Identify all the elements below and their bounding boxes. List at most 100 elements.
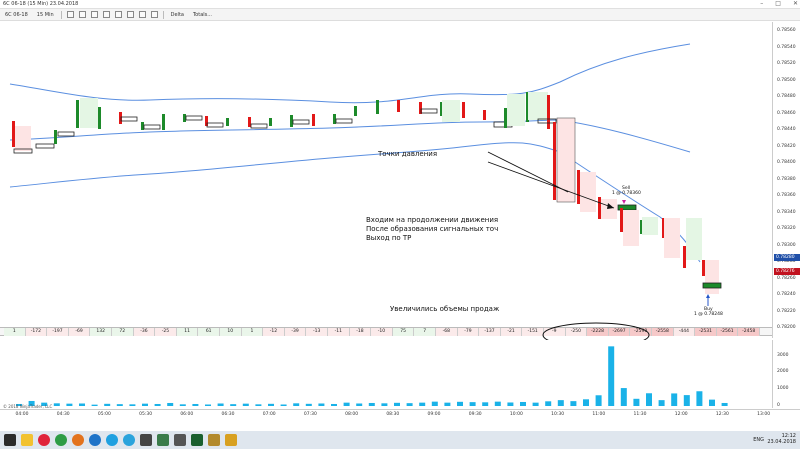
volume-bar — [255, 404, 262, 406]
entry-annotation-line3: Выход по TP — [366, 234, 412, 242]
footprint-cell — [528, 92, 548, 120]
chrome-icon[interactable] — [55, 434, 67, 446]
volume-bar — [494, 401, 501, 406]
delta-cell: -444 — [673, 328, 696, 336]
system-clock[interactable]: 12:12 23.04.2018 — [767, 433, 796, 445]
delta-cell: 7 — [414, 328, 436, 336]
totals-selector[interactable]: Totals... — [191, 12, 214, 18]
footprint-cell — [250, 123, 268, 129]
data-box-icon[interactable] — [90, 11, 98, 18]
volume-bar — [66, 403, 73, 406]
close-button[interactable]: ✕ — [793, 0, 798, 7]
volume-bar — [305, 403, 312, 406]
firefox-icon[interactable] — [72, 434, 84, 446]
volume-tick-label: 1000 — [777, 386, 789, 392]
instrument-selector[interactable]: 6C 06-18 — [3, 12, 30, 18]
volume-bar — [646, 393, 652, 406]
volume-bar — [53, 403, 60, 406]
price-marker-tag: 0.78276 — [774, 268, 800, 275]
volume-bar — [142, 403, 148, 406]
delta-cell: -79 — [457, 328, 480, 336]
delta-cell: -69 — [68, 328, 91, 336]
footprint-cell — [206, 122, 224, 128]
delta-cell: -36 — [133, 328, 156, 336]
price-axis[interactable]: 0.78560 0.78540 0.78520 0.78500 0.78480 0.784… — [772, 22, 800, 338]
interval-selector[interactable]: 15 Min — [35, 12, 56, 18]
ie-icon[interactable] — [89, 434, 101, 446]
delta-cell: -11 — [328, 328, 350, 336]
app-icon[interactable] — [208, 434, 220, 446]
volume-bar — [242, 403, 249, 406]
maximize-button[interactable]: □ — [775, 0, 781, 7]
volume-bar — [620, 388, 627, 406]
volume-tick-label: 2000 — [777, 369, 789, 375]
volume-bar — [721, 402, 728, 406]
candle — [553, 122, 556, 200]
volume-bar — [356, 403, 363, 406]
properties-icon[interactable] — [126, 11, 134, 18]
volume-bar — [608, 346, 615, 406]
clock-date: 23.04.2018 — [767, 439, 796, 445]
zoom-out-icon[interactable] — [78, 11, 86, 18]
footprint-cell — [143, 124, 161, 130]
app-icon[interactable] — [174, 434, 186, 446]
lower-band-line — [9, 142, 701, 263]
time-tick-label: 10:00 — [509, 412, 523, 417]
price-tick-label: 0.78540 — [777, 44, 796, 50]
time-tick-label: 04:30 — [56, 412, 70, 417]
indicators-icon[interactable] — [138, 11, 146, 18]
keyboard-language[interactable]: ENG — [753, 437, 764, 443]
app-icon[interactable] — [157, 434, 169, 446]
price-tick-label: 0.78560 — [777, 28, 796, 33]
footprint-cell — [705, 260, 719, 294]
delta-selector[interactable]: Delta — [169, 12, 186, 18]
volume-bar — [268, 403, 274, 406]
time-tick-label: 07:30 — [303, 412, 317, 417]
crosshair-icon[interactable] — [102, 11, 110, 18]
start-icon[interactable] — [4, 434, 16, 446]
time-tick-label: 10:30 — [551, 412, 565, 417]
candle — [162, 114, 165, 130]
footprint-cell — [80, 98, 98, 128]
time-tick-label: 08:30 — [386, 412, 400, 417]
footprint-cell — [185, 115, 203, 121]
volume-bar — [633, 398, 640, 406]
skype-icon[interactable] — [106, 434, 118, 446]
footprint-cell — [507, 94, 525, 126]
delta-cell: 75 — [392, 328, 415, 336]
telegram-icon[interactable] — [123, 434, 135, 446]
volume-bar — [709, 399, 715, 406]
delta-row: 1 -172 -197 -69 132 72 -36 -25 11 61 10 1 -12 -39 -13-… — [0, 327, 772, 336]
volume-chart[interactable] — [0, 340, 772, 408]
candle — [547, 95, 550, 129]
delta-cell: -39 — [284, 328, 307, 336]
volume-tick-label: 0 — [777, 403, 780, 408]
drawing-tools-icon[interactable] — [114, 11, 122, 18]
strategies-icon[interactable] — [150, 11, 158, 18]
price-tick-label: 0.78200 — [777, 325, 796, 330]
volume-bar — [482, 402, 489, 406]
zoom-in-icon[interactable] — [66, 11, 74, 18]
explorer-icon[interactable] — [21, 434, 33, 446]
candle — [119, 112, 122, 124]
sell-marker-icon — [622, 200, 626, 204]
media-player-icon[interactable] — [140, 434, 152, 446]
minimize-button[interactable]: – — [760, 0, 763, 7]
app-icon[interactable] — [225, 434, 237, 446]
price-tick-label: 0.78340 — [777, 209, 796, 215]
delta-cell: -10 — [371, 328, 393, 336]
window-titlebar: 6C 06-18 (15 Min) 23.04.2018 – □ ✕ — [0, 0, 800, 9]
volume-axis[interactable]: 3000 2000 1000 0 — [772, 340, 800, 408]
time-tick-label: 09:30 — [468, 412, 482, 417]
footprint-cell — [623, 210, 639, 246]
price-chart[interactable] — [0, 22, 772, 327]
time-tick-label: 11:30 — [633, 412, 647, 417]
time-axis[interactable]: 04:00 04:30 05:00 05:30 06:00 06:30 07:00 07:30… — [0, 409, 800, 420]
candle — [376, 100, 379, 114]
upper-band-line — [9, 43, 691, 104]
candle — [598, 197, 601, 219]
volume-bar — [394, 402, 400, 406]
opera-icon[interactable] — [38, 434, 50, 446]
delta-cell: 72 — [112, 328, 134, 336]
ninjatrader-icon[interactable] — [191, 434, 203, 446]
